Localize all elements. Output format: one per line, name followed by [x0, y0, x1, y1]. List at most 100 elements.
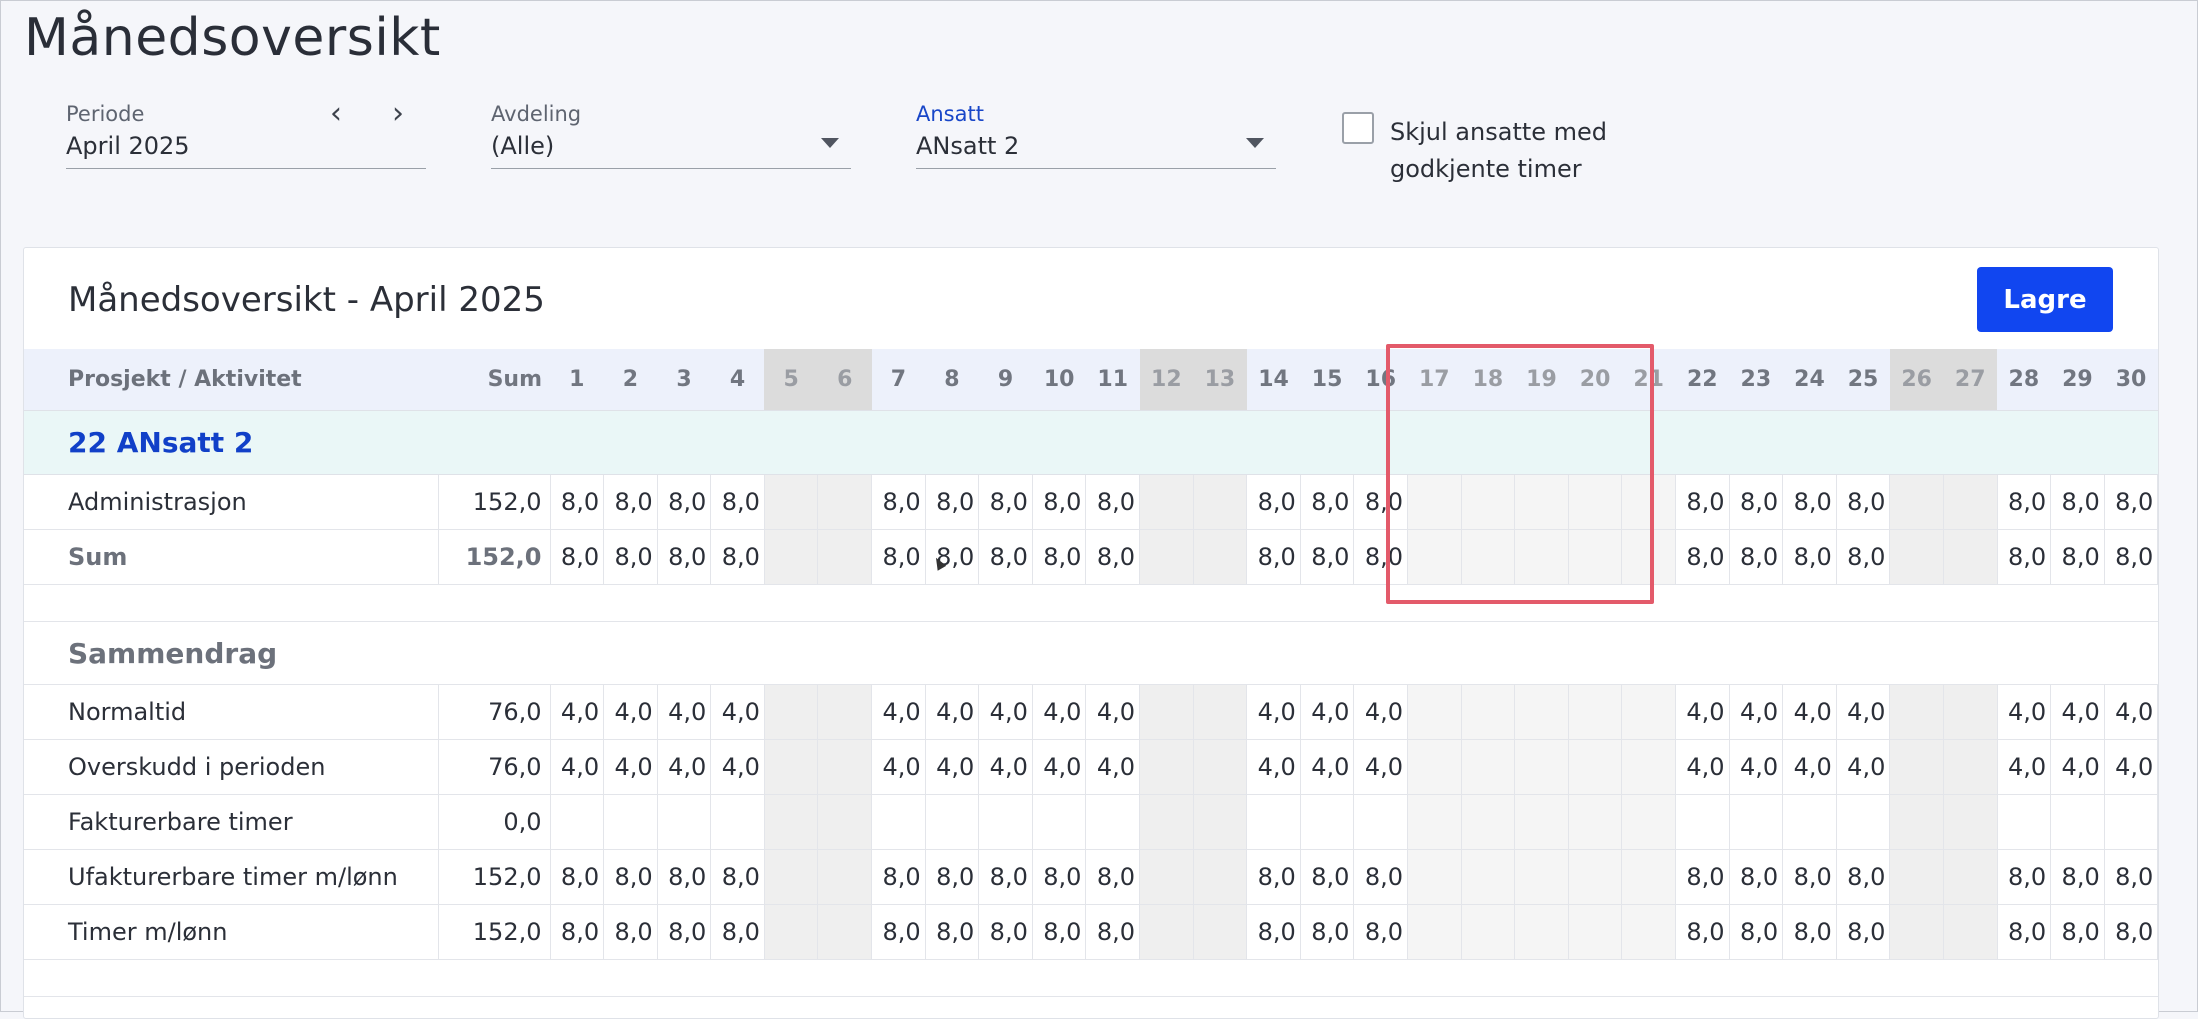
hour-cell-day-6[interactable] — [817, 739, 873, 795]
hour-cell-day-18[interactable] — [1461, 529, 1516, 585]
dropdown-arrow-icon[interactable] — [821, 138, 839, 148]
hour-cell-day-6[interactable] — [817, 849, 873, 905]
hour-cell-day-4[interactable]: 8,0 — [710, 529, 765, 585]
hour-cell-day-3[interactable]: 8,0 — [657, 474, 712, 530]
hour-cell-day-17[interactable] — [1407, 739, 1462, 795]
hour-cell-day-22[interactable]: 8,0 — [1675, 849, 1730, 905]
hour-cell-day-25[interactable]: 8,0 — [1836, 529, 1891, 585]
hour-cell-day-7[interactable] — [871, 794, 926, 850]
hour-cell-day-10[interactable]: 8,0 — [1032, 904, 1087, 960]
hour-cell-day-6[interactable] — [817, 904, 873, 960]
hour-cell-day-23[interactable]: 4,0 — [1729, 684, 1784, 740]
hour-cell-day-15[interactable]: 8,0 — [1300, 849, 1355, 905]
hour-cell-day-28[interactable]: 4,0 — [1997, 739, 2052, 795]
hour-cell-day-19[interactable] — [1514, 904, 1569, 960]
hour-cell-day-23[interactable]: 8,0 — [1729, 904, 1784, 960]
hour-cell-day-14[interactable]: 8,0 — [1246, 849, 1301, 905]
hour-cell-day-9[interactable] — [978, 794, 1033, 850]
hour-cell-day-13[interactable] — [1193, 904, 1248, 960]
hour-cell-day-17[interactable] — [1407, 849, 1462, 905]
hour-cell-day-26[interactable] — [1889, 794, 1944, 850]
hour-cell-day-1[interactable]: 8,0 — [550, 474, 605, 530]
hour-cell-day-1[interactable]: 8,0 — [550, 849, 605, 905]
hour-cell-day-14[interactable]: 8,0 — [1246, 474, 1301, 530]
hour-cell-day-20[interactable] — [1568, 904, 1623, 960]
hour-cell-day-7[interactable]: 4,0 — [871, 739, 926, 795]
hour-cell-day-30[interactable]: 4,0 — [2104, 684, 2159, 740]
chevron-right-icon[interactable]: › — [382, 96, 414, 131]
hour-cell-day-6[interactable] — [817, 474, 873, 530]
hour-cell-day-28[interactable]: 4,0 — [1997, 684, 2052, 740]
hour-cell-day-13[interactable] — [1193, 474, 1248, 530]
hour-cell-day-27[interactable] — [1943, 904, 1998, 960]
hour-cell-day-26[interactable] — [1889, 529, 1944, 585]
hour-cell-day-24[interactable] — [1782, 794, 1837, 850]
hour-cell-day-5[interactable] — [764, 904, 819, 960]
hour-cell-day-13[interactable] — [1193, 684, 1248, 740]
hour-cell-day-19[interactable] — [1514, 794, 1569, 850]
hour-cell-day-9[interactable]: 8,0 — [978, 474, 1033, 530]
hour-cell-day-15[interactable]: 4,0 — [1300, 739, 1355, 795]
hour-cell-day-12[interactable] — [1139, 529, 1194, 585]
hour-cell-day-15[interactable]: 4,0 — [1300, 684, 1355, 740]
hour-cell-day-9[interactable]: 4,0 — [978, 684, 1033, 740]
hour-cell-day-21[interactable] — [1621, 474, 1676, 530]
hour-cell-day-4[interactable] — [710, 794, 765, 850]
hour-cell-day-26[interactable] — [1889, 684, 1944, 740]
hour-cell-day-25[interactable] — [1836, 794, 1891, 850]
hour-cell-day-22[interactable]: 8,0 — [1675, 529, 1730, 585]
hour-cell-day-22[interactable]: 8,0 — [1675, 474, 1730, 530]
hour-cell-day-12[interactable] — [1139, 794, 1194, 850]
hour-cell-day-25[interactable]: 8,0 — [1836, 474, 1891, 530]
hour-cell-day-9[interactable]: 4,0 — [978, 739, 1033, 795]
hour-cell-day-23[interactable] — [1729, 794, 1784, 850]
hour-cell-day-26[interactable] — [1889, 904, 1944, 960]
hour-cell-day-14[interactable]: 4,0 — [1246, 739, 1301, 795]
hour-cell-day-18[interactable] — [1461, 474, 1516, 530]
hour-cell-day-21[interactable] — [1621, 529, 1676, 585]
hour-cell-day-10[interactable]: 8,0 — [1032, 849, 1087, 905]
hour-cell-day-4[interactable]: 8,0 — [710, 474, 765, 530]
hour-cell-day-4[interactable]: 4,0 — [710, 684, 765, 740]
hour-cell-day-25[interactable]: 8,0 — [1836, 849, 1891, 905]
hour-cell-day-21[interactable] — [1621, 904, 1676, 960]
hour-cell-day-20[interactable] — [1568, 794, 1623, 850]
hour-cell-day-5[interactable] — [764, 794, 819, 850]
hour-cell-day-12[interactable] — [1139, 684, 1194, 740]
save-button[interactable]: Lagre — [1977, 267, 2113, 332]
hour-cell-day-29[interactable]: 4,0 — [2050, 684, 2105, 740]
employee-select[interactable]: Ansatt ANsatt 2 — [916, 98, 1276, 169]
department-select[interactable]: Avdeling (Alle) — [491, 98, 851, 169]
hour-cell-day-22[interactable] — [1675, 794, 1730, 850]
hour-cell-day-23[interactable]: 8,0 — [1729, 529, 1784, 585]
hour-cell-day-2[interactable]: 8,0 — [603, 529, 658, 585]
hour-cell-day-15[interactable]: 8,0 — [1300, 529, 1355, 585]
hour-cell-day-28[interactable]: 8,0 — [1997, 849, 2052, 905]
hour-cell-day-7[interactable]: 8,0 — [871, 529, 926, 585]
hour-cell-day-9[interactable]: 8,0 — [978, 529, 1033, 585]
hour-cell-day-16[interactable]: 4,0 — [1353, 684, 1408, 740]
hour-cell-day-4[interactable]: 8,0 — [710, 904, 765, 960]
hour-cell-day-15[interactable]: 8,0 — [1300, 474, 1355, 530]
hour-cell-day-10[interactable]: 4,0 — [1032, 739, 1087, 795]
hour-cell-day-15[interactable] — [1300, 794, 1355, 850]
hour-cell-day-1[interactable]: 8,0 — [550, 904, 605, 960]
hour-cell-day-27[interactable] — [1943, 529, 1998, 585]
hour-cell-day-20[interactable] — [1568, 684, 1623, 740]
hour-cell-day-30[interactable]: 8,0 — [2104, 904, 2159, 960]
hour-cell-day-24[interactable]: 8,0 — [1782, 904, 1837, 960]
hour-cell-day-1[interactable]: 8,0 — [550, 529, 605, 585]
hour-cell-day-9[interactable]: 8,0 — [978, 904, 1033, 960]
hour-cell-day-8[interactable]: 8,0 — [925, 904, 980, 960]
hour-cell-day-18[interactable] — [1461, 794, 1516, 850]
hour-cell-day-29[interactable]: 8,0 — [2050, 849, 2105, 905]
hour-cell-day-24[interactable]: 8,0 — [1782, 529, 1837, 585]
hour-cell-day-21[interactable] — [1621, 684, 1676, 740]
hour-cell-day-11[interactable]: 8,0 — [1085, 904, 1141, 960]
hour-cell-day-28[interactable] — [1997, 794, 2052, 850]
hour-cell-day-28[interactable]: 8,0 — [1997, 529, 2052, 585]
hour-cell-day-14[interactable] — [1246, 794, 1301, 850]
dropdown-arrow-icon[interactable] — [1246, 138, 1264, 148]
hour-cell-day-3[interactable]: 8,0 — [657, 529, 712, 585]
hour-cell-day-22[interactable]: 8,0 — [1675, 904, 1730, 960]
